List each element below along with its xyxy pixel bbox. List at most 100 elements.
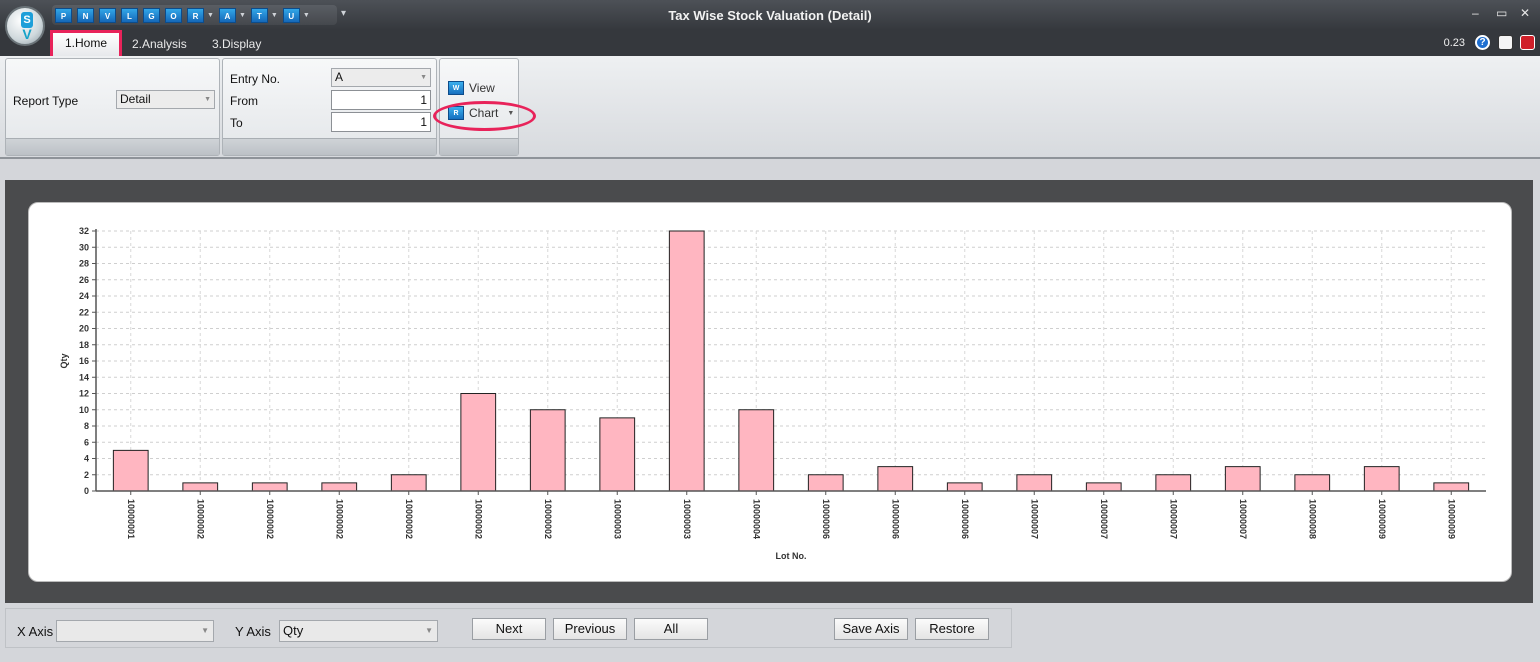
chevron-down-icon: ▼ — [507, 109, 515, 117]
x-axis-select[interactable]: ▼ — [56, 620, 214, 642]
app-logo[interactable]: S V — [5, 6, 45, 46]
quick-access-n-button[interactable]: N — [77, 7, 94, 23]
bar — [1363, 466, 1400, 492]
group-footer — [440, 138, 518, 155]
view-label: View — [469, 81, 495, 95]
x-tick-label: 10000007 — [1238, 499, 1248, 539]
y-tick-label: 12 — [79, 389, 89, 399]
entry-no-value: A — [335, 70, 344, 84]
help-icon[interactable]: ? — [1475, 35, 1490, 50]
chevron-down-icon[interactable]: ▼ — [271, 12, 278, 19]
pdf-icon[interactable] — [1520, 35, 1535, 50]
quick-access-u-button[interactable]: U — [282, 7, 300, 23]
from-label: From — [230, 94, 258, 108]
tab-analysis[interactable]: 2.Analysis — [120, 32, 199, 56]
x-tick-label: 10000002 — [543, 499, 553, 539]
maximize-button[interactable]: ▭ — [1496, 6, 1507, 20]
all-button[interactable]: All — [634, 618, 708, 640]
y-tick-label: 2 — [84, 470, 89, 480]
bar — [946, 482, 983, 492]
y-tick-label: 14 — [79, 372, 89, 382]
save-axis-button[interactable]: Save Axis — [834, 618, 908, 640]
report-type-select[interactable]: Detail ▼ — [116, 90, 215, 109]
bar — [321, 482, 358, 492]
chevron-down-icon: ▼ — [204, 96, 211, 103]
x-tick-label: 10000008 — [1307, 499, 1317, 539]
bar — [1224, 466, 1261, 492]
x-tick-label: 10000006 — [960, 499, 970, 539]
entry-no-select[interactable]: A ▼ — [331, 68, 431, 87]
x-tick-label: 10000006 — [890, 499, 900, 539]
y-tick-label: 24 — [79, 291, 89, 301]
quick-access-t-button[interactable]: T — [250, 7, 268, 23]
quick-access-v-button[interactable]: V — [99, 7, 116, 23]
entry-no-label: Entry No. — [230, 72, 281, 86]
version-label: 0.23 — [1443, 37, 1465, 49]
bar — [738, 409, 775, 492]
y-tick-label: 22 — [79, 307, 89, 317]
bar — [877, 466, 914, 492]
y-axis-label: Y Axis — [235, 624, 271, 639]
quick-access-p-button[interactable]: P — [55, 7, 72, 23]
report-type-value: Detail — [120, 92, 151, 106]
to-input[interactable]: 1 — [331, 112, 431, 132]
previous-button[interactable]: Previous — [553, 618, 627, 640]
chevron-down-icon[interactable]: ▼ — [239, 12, 246, 19]
ribbon: Report Type Detail ▼ Entry No. A ▼ From … — [0, 56, 1540, 159]
x-axis-label: X Axis — [17, 624, 54, 639]
y-tick-label: 16 — [79, 356, 89, 366]
title-bar: P N V L G O R ▼ A ▼ T ▼ U ▼ ▾ Tax Wise Stock Valuatio… — [0, 0, 1540, 30]
chevron-down-icon[interactable]: ▼ — [207, 12, 214, 19]
group-footer — [223, 138, 436, 155]
y-axis-value: Qty — [283, 623, 304, 638]
to-label: To — [230, 116, 243, 130]
bar — [1085, 482, 1122, 492]
next-button[interactable]: Next — [472, 618, 546, 640]
y-tick-label: 28 — [79, 259, 89, 269]
view-button[interactable]: W View — [448, 79, 495, 97]
app-logo-mark: V — [22, 26, 32, 42]
bar — [599, 417, 636, 492]
bar — [1016, 474, 1053, 492]
quick-access-o-button[interactable]: O — [165, 7, 182, 23]
document-icon[interactable] — [1498, 35, 1513, 50]
restore-button[interactable]: Restore — [915, 618, 989, 640]
chevron-down-icon[interactable]: ▼ — [303, 12, 310, 19]
customize-toolbar-icon[interactable]: ▾ — [341, 8, 346, 19]
quick-access-r-button[interactable]: R — [187, 7, 204, 23]
quick-access-g-button[interactable]: G — [143, 7, 160, 23]
x-tick-label: 10000007 — [1168, 499, 1178, 539]
bar — [807, 474, 844, 492]
from-input[interactable]: 1 — [331, 90, 431, 110]
bar — [1294, 474, 1331, 492]
bar — [390, 474, 427, 492]
x-tick-label: 10000002 — [334, 499, 344, 539]
bar — [251, 482, 288, 492]
x-tick-label: 10000002 — [473, 499, 483, 539]
tab-display[interactable]: 3.Display — [200, 32, 273, 56]
entry-range-group: Entry No. A ▼ From 1 To 1 — [222, 58, 437, 156]
x-axis-title: Lot No. — [776, 551, 807, 561]
quick-access-l-button[interactable]: L — [121, 7, 138, 23]
tab-home[interactable]: 1.Home — [50, 30, 123, 57]
bar — [182, 482, 219, 492]
x-tick-label: 10000003 — [612, 499, 622, 539]
x-tick-label: 10000009 — [1446, 499, 1456, 539]
close-button[interactable]: ✕ — [1520, 6, 1530, 20]
chart-button[interactable]: R Chart ▼ — [448, 104, 514, 122]
quick-access-a-button[interactable]: A — [218, 7, 236, 23]
bar — [529, 409, 566, 492]
bar-chart: 0246810121416182022242628303210000001 100… — [59, 226, 1486, 561]
y-tick-label: 10 — [79, 405, 89, 415]
chevron-down-icon: ▼ — [425, 626, 433, 635]
bar — [1155, 474, 1192, 492]
x-tick-label: 10000001 — [126, 499, 136, 539]
x-tick-label: 10000002 — [195, 499, 205, 539]
y-tick-label: 26 — [79, 275, 89, 285]
bar — [112, 449, 149, 492]
chart-label: Chart — [469, 106, 499, 120]
y-axis-select[interactable]: Qty ▼ — [279, 620, 438, 642]
minimize-button[interactable]: – — [1472, 6, 1479, 20]
y-tick-label: 32 — [79, 226, 89, 236]
bar — [668, 230, 705, 492]
